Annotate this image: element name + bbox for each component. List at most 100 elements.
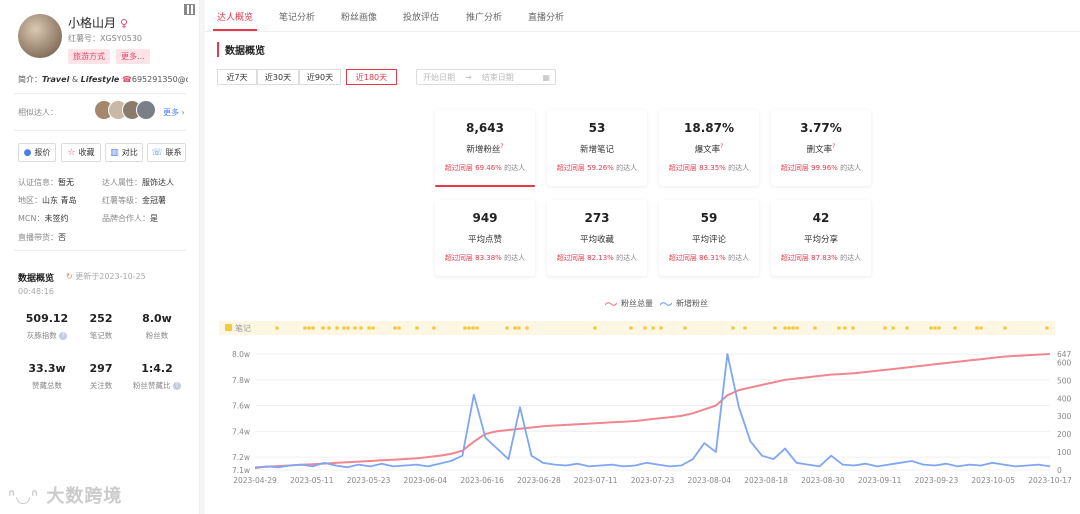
y-left-tick: 8.0w xyxy=(232,350,250,359)
metric-label: 新增粉丝? xyxy=(466,143,504,155)
note-dot xyxy=(1045,326,1049,330)
metric-card[interactable]: 18.87% 爆文率? 超过同层 83.35% 的达人 xyxy=(659,110,759,186)
note-dot xyxy=(525,326,529,330)
note-dot xyxy=(743,326,747,330)
range-180d[interactable]: 近180天 xyxy=(346,69,397,85)
qrcode-icon[interactable] xyxy=(184,4,195,15)
range-30d[interactable]: 近30天 xyxy=(257,69,299,85)
x-tick: 2023-05-23 xyxy=(347,476,391,485)
metric-value: 3.77% xyxy=(800,121,842,135)
metric-compare: 超过同层 86.31% 的达人 xyxy=(668,254,750,262)
quote-button[interactable]: ● 报价 xyxy=(18,143,56,162)
tag-more[interactable]: 更多... xyxy=(116,49,150,64)
metric-value: 273 xyxy=(584,211,610,225)
section-title: 数据概览 xyxy=(217,42,265,57)
metric-value: 53 xyxy=(588,121,606,135)
x-tick: 2023-10-17 xyxy=(1028,476,1072,485)
metric-value: 949 xyxy=(472,211,498,225)
tab-notes[interactable]: 笔记分析 xyxy=(279,10,315,23)
note-dot xyxy=(303,326,307,330)
help-icon[interactable]: ? xyxy=(59,332,68,340)
y-right-tick: 600 xyxy=(1057,358,1072,367)
tab-evaluation[interactable]: 投放评估 xyxy=(403,10,439,23)
compare-button[interactable]: ▥ 对比 xyxy=(105,143,143,162)
metric-card[interactable]: 273 平均收藏 超过同层 82.13% 的达人 xyxy=(547,200,647,276)
tab-overview[interactable]: 达人概览 xyxy=(217,10,253,23)
x-tick: 2023-06-28 xyxy=(517,476,561,485)
note-dot xyxy=(787,326,791,330)
tab-live[interactable]: 直播分析 xyxy=(528,10,564,23)
note-dot xyxy=(795,326,799,330)
metric-label: 新增笔记 xyxy=(579,145,614,155)
similar-more-link[interactable]: 更多 › xyxy=(163,107,185,118)
avatar[interactable] xyxy=(18,14,62,58)
note-dot xyxy=(929,326,933,330)
x-tick: 2023-08-04 xyxy=(687,476,731,485)
note-dot xyxy=(327,326,331,330)
y-left-tick: 7.4w xyxy=(232,427,250,436)
y-right-tick: 500 xyxy=(1057,376,1072,385)
note-dot xyxy=(307,326,311,330)
help-icon[interactable]: ? xyxy=(172,382,181,390)
help-icon[interactable]: ? xyxy=(832,143,835,150)
metric-value: 8,643 xyxy=(466,121,504,135)
note-dot xyxy=(371,326,375,330)
contact-button[interactable]: ☏ 联系 xyxy=(147,143,186,162)
metric-card[interactable]: 42 平均分享 超过同层 87.83% 的达人 xyxy=(771,200,871,276)
help-icon[interactable]: ? xyxy=(720,143,723,150)
metric-card[interactable]: 59 平均评论 超过同层 86.31% 的达人 xyxy=(659,200,759,276)
note-dot xyxy=(471,326,475,330)
metric-card[interactable]: 8,643 新增粉丝? 超过同层 69.46% 的达人 xyxy=(435,110,535,187)
similar-avatar[interactable] xyxy=(136,100,156,120)
date-range-picker[interactable]: 开始日期 → 结束日期 ▦ xyxy=(416,69,556,85)
y-left-tick: 7.6w xyxy=(232,402,250,411)
metric-card[interactable]: 3.77% 删文率? 超过同层 99.96% 的达人 xyxy=(771,110,871,186)
note-dot xyxy=(593,326,597,330)
metric-card[interactable]: 53 新增笔记 超过同层 59.26% 的达人 xyxy=(547,110,647,186)
metric-label: 删文率? xyxy=(806,143,836,155)
range-90d[interactable]: 近90天 xyxy=(299,69,341,85)
note-dot xyxy=(475,326,479,330)
note-dot xyxy=(397,326,401,330)
legend-total[interactable]: 粉丝总量 xyxy=(605,298,653,309)
stat-value: 252 xyxy=(89,312,113,325)
note-dot xyxy=(883,326,887,330)
update-info[interactable]: ↻ 更新于2023-10-25 xyxy=(66,271,146,282)
metric-label: 平均收藏 xyxy=(579,235,614,245)
stat-value: 509.12 xyxy=(25,312,69,325)
stat-item: 509.12 灰豚指数 ? xyxy=(18,312,76,341)
metric-value: 42 xyxy=(812,211,830,225)
note-dot xyxy=(851,326,855,330)
note-icon xyxy=(225,324,232,331)
stat-item: 8.0w 粉丝数 xyxy=(128,312,186,341)
note-dot xyxy=(393,326,397,330)
stat-value: 8.0w xyxy=(142,312,172,325)
similar-label: 相似达人： xyxy=(18,108,58,117)
note-dot xyxy=(629,326,633,330)
y-left-tick: 7.8w xyxy=(232,376,250,385)
level-info: 红薯等级：金冠薯 xyxy=(102,196,166,205)
stat-value: 1:4.2 xyxy=(141,362,173,375)
refresh-icon: ↻ xyxy=(66,272,73,281)
note-dot xyxy=(513,326,517,330)
favorite-button[interactable]: ☆ 收藏 xyxy=(61,143,101,162)
range-7d[interactable]: 近7天 xyxy=(217,69,257,85)
legend-new[interactable]: 新增粉丝 xyxy=(660,298,708,309)
note-label: 笔记 xyxy=(235,323,251,333)
metric-card[interactable]: 949 平均点赞 超过同层 83.38% 的达人 xyxy=(435,200,535,276)
help-icon[interactable]: ? xyxy=(500,143,503,150)
note-dot xyxy=(367,326,371,330)
metric-compare: 超过同层 83.38% 的达人 xyxy=(444,254,526,262)
tab-promotion[interactable]: 推广分析 xyxy=(466,10,502,23)
main-panel: 达人概览 笔记分析 粉丝画像 投放评估 推广分析 直播分析 数据概览 近7天 近… xyxy=(205,0,1080,514)
note-dot xyxy=(311,326,315,330)
note-dot xyxy=(813,326,817,330)
note-dot xyxy=(979,326,983,330)
bio: 简介：Travel & Lifestyle ☎695291350@q ⌄ xyxy=(18,75,188,84)
note-dot xyxy=(321,326,325,330)
compare-icon: ▥ xyxy=(110,147,119,158)
tab-fans[interactable]: 粉丝画像 xyxy=(341,10,377,23)
logo-icon: ᐢ◡ᐢ xyxy=(8,486,40,507)
x-tick: 2023-07-11 xyxy=(574,476,618,485)
note-dot xyxy=(275,326,279,330)
